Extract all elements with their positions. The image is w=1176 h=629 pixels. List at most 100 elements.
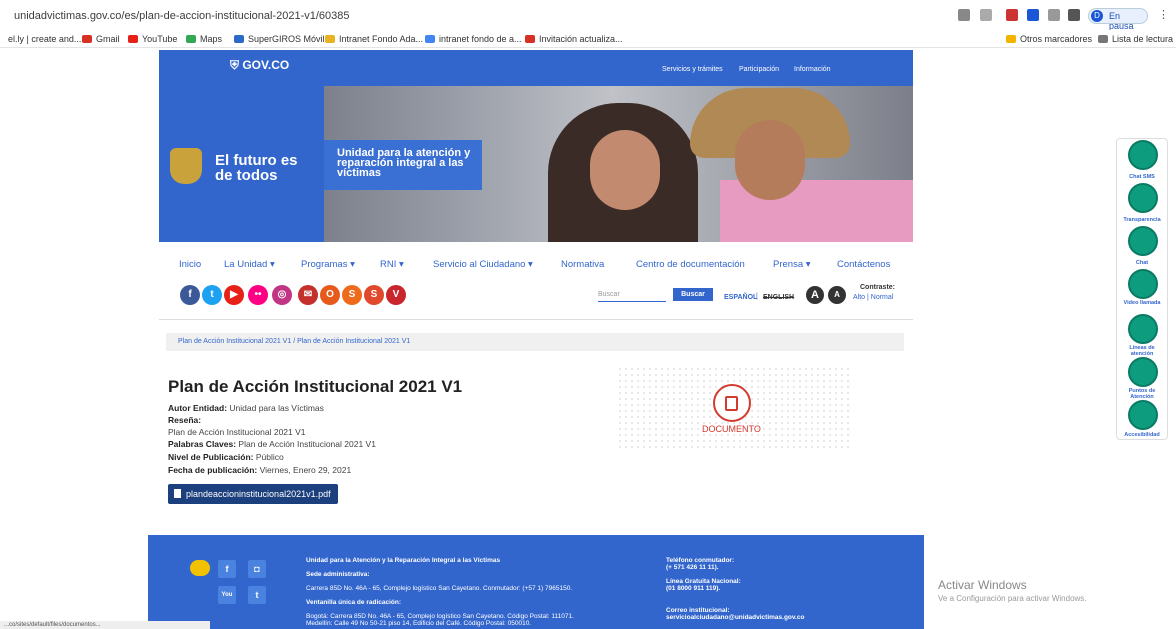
gov-shield-icon: ⛨ [230, 58, 243, 72]
contrast-options[interactable]: Alto | Normal [853, 294, 893, 301]
nav-servicio[interactable]: Servicio al Ciudadano ▾ [433, 259, 533, 270]
phone-lines-icon[interactable] [1128, 314, 1158, 344]
lang-separator: | [756, 293, 758, 300]
reading-list[interactable]: Lista de lectura [1098, 34, 1173, 44]
resena-label: Reseña: [168, 415, 202, 425]
footer-sede: Carrera 85D No. 46A - 65, Complejo logís… [306, 585, 573, 592]
contrast-label: Contraste: [860, 284, 896, 291]
slogan: El futuro es de todos [215, 152, 298, 184]
lang-en[interactable]: ENGLISH [763, 294, 794, 301]
instagram-icon[interactable]: ◎ [272, 285, 292, 305]
bookmark[interactable]: Gmail [82, 34, 120, 44]
page-title: Plan de Acción Institucional 2021 V1 [168, 377, 463, 396]
side-label[interactable]: Video llamada [1118, 300, 1166, 306]
bookmark[interactable]: Invitación actualiza... [525, 34, 623, 44]
nav-prensa[interactable]: Prensa ▾ [773, 259, 811, 270]
gov-link[interactable]: Participación [739, 66, 779, 73]
twitter-icon[interactable]: t [202, 285, 222, 305]
bookmark[interactable]: SuperGIROS Móvil [234, 34, 325, 44]
extension-icon[interactable] [1048, 9, 1060, 21]
hero-person-face [735, 120, 805, 200]
windows-activation-title: Activar Windows [938, 578, 1027, 592]
side-label[interactable]: Accesibilidad [1118, 432, 1166, 438]
nav-programas[interactable]: Programas ▾ [301, 259, 355, 270]
font-decrease-button[interactable]: A [828, 286, 846, 304]
location-icon[interactable] [1128, 357, 1158, 387]
footer-ventanilla-label: Ventanilla única de radicación: [306, 599, 402, 606]
youtube-icon[interactable]: ▶ [224, 285, 244, 305]
footer-twitter-icon[interactable]: t [248, 586, 266, 604]
footer-sede-label: Sede administrativa: [306, 571, 370, 578]
other-bookmarks[interactable]: Otros marcadores [1006, 34, 1092, 44]
main-nav [159, 242, 913, 320]
flickr-icon[interactable]: •• [248, 285, 268, 305]
bookmark[interactable]: intranet fondo de a... [425, 34, 522, 44]
mail-icon[interactable]: ✉ [298, 285, 318, 305]
coat-of-arms-icon [170, 148, 202, 184]
chat-sms-icon[interactable] [1128, 140, 1158, 170]
puzzle-icon[interactable] [1068, 9, 1080, 21]
footer-tel-label: Teléfono conmutador: [666, 557, 735, 564]
footer-correo[interactable]: servicioalciudadano@unidadvictimas.gov.c… [666, 614, 804, 621]
lang-es[interactable]: ESPAÑOL [724, 294, 757, 301]
extension-icon[interactable] [1027, 9, 1039, 21]
bookmark[interactable]: el.ly | create and... [8, 34, 81, 44]
bookmarks-bar: el.ly | create and... Gmail YouTube Maps… [0, 30, 1176, 48]
footer-logo-icon [190, 560, 210, 576]
bookmark[interactable]: Intranet Fondo Ada... [325, 34, 423, 44]
breadcrumb[interactable]: Plan de Acción Institucional 2021 V1 / P… [166, 333, 904, 351]
footer-ventanilla-medellin: Medellín: Calle 49 No 50-21 piso 14, Edi… [306, 620, 532, 627]
bookmark[interactable]: YouTube [128, 34, 177, 44]
nav-rni[interactable]: RNI ▾ [380, 259, 404, 270]
side-label[interactable]: Chat [1118, 260, 1166, 266]
transparency-icon[interactable] [1128, 183, 1158, 213]
footer-tel: (+ 571 426 11 11). [666, 564, 719, 571]
o-icon[interactable]: O [320, 285, 340, 305]
font-increase-button[interactable]: A [806, 286, 824, 304]
screenshot-icon[interactable] [958, 9, 970, 21]
nivel-field: Nivel de Publicación: Público [168, 452, 284, 462]
star-icon[interactable] [980, 9, 992, 21]
search-button[interactable]: Buscar [673, 288, 713, 301]
autor-field: Autor Entidad: Unidad para las Víctimas [168, 403, 324, 413]
fecha-field: Fecha de publicación: Viernes, Enero 29,… [168, 465, 352, 475]
menu-icon[interactable]: ⋮ [1158, 8, 1169, 21]
footer-linea-label: Línea Gratuita Nacional: [666, 578, 741, 585]
nav-contactenos[interactable]: Contáctenos [837, 259, 890, 270]
footer-correo-label: Correo institucional: [666, 607, 730, 614]
side-label[interactable]: Puntos de Atención [1118, 388, 1166, 400]
side-label[interactable]: Líneas de atención [1118, 345, 1166, 357]
v-icon[interactable]: V [386, 285, 406, 305]
bookmark[interactable]: Maps [186, 34, 222, 44]
resena-value: Plan de Acción Institucional 2021 V1 [168, 427, 306, 437]
accessibility-icon[interactable] [1128, 400, 1158, 430]
pdf-icon [174, 489, 181, 498]
footer-instagram-icon[interactable]: ◘ [248, 560, 266, 578]
s2-icon[interactable]: S [364, 285, 384, 305]
address-bar[interactable]: unidadvictimas.gov.co/es/plan-de-accion-… [14, 10, 350, 22]
gov-link[interactable]: Servicios y trámites [662, 66, 723, 73]
nav-centro-doc[interactable]: Centro de documentación [636, 259, 745, 270]
chat-icon[interactable] [1128, 226, 1158, 256]
search-input[interactable]: Buscar [598, 288, 666, 302]
avatar: D [1091, 10, 1103, 22]
entity-name: Unidad para la atención y reparación int… [337, 147, 471, 179]
footer-youtube-icon[interactable]: You [218, 586, 236, 604]
facebook-icon[interactable]: f [180, 285, 200, 305]
s-icon[interactable]: S [342, 285, 362, 305]
gov-logo[interactable]: ⛨ GOV.CO [230, 58, 289, 73]
nav-la-unidad[interactable]: La Unidad ▾ [224, 259, 275, 270]
footer-facebook-icon[interactable]: f [218, 560, 236, 578]
pdf-download-button[interactable]: plandeaccioninstitucional2021v1.pdf [168, 484, 338, 504]
extension-icon[interactable] [1006, 9, 1018, 21]
side-label[interactable]: Transparencia [1118, 217, 1166, 223]
footer-ventanilla-bogota: Bogotá: Carrera 85D No. 46A - 65, Comple… [306, 613, 574, 620]
gov-link[interactable]: Información [794, 66, 831, 73]
footer-org: Unidad para la Atención y la Reparación … [306, 557, 501, 564]
status-bar: ...co/sites/default/files/documentos... [0, 621, 210, 629]
document-label: DOCUMENTO [702, 424, 761, 434]
video-call-icon[interactable] [1128, 269, 1158, 299]
nav-normativa[interactable]: Normativa [561, 259, 604, 270]
side-label[interactable]: Chat SMS [1118, 174, 1166, 180]
nav-inicio[interactable]: Inicio [179, 259, 201, 270]
